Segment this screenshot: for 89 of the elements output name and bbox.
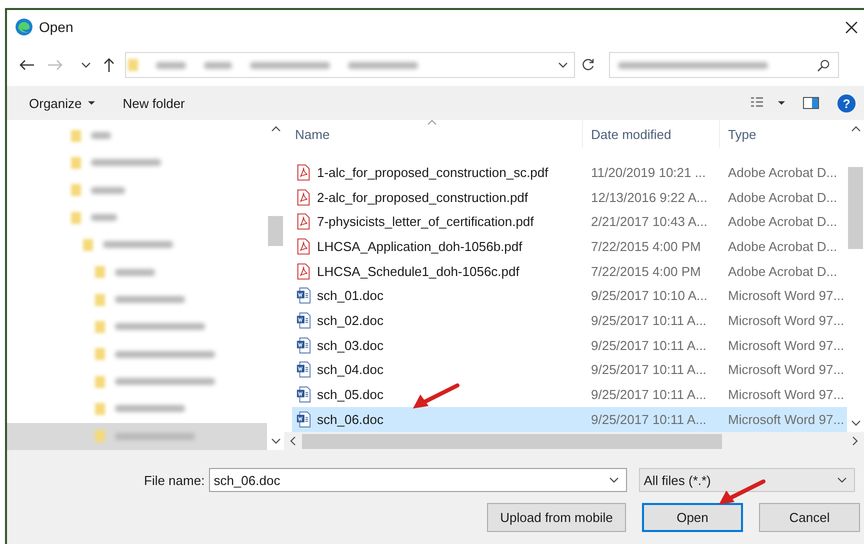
pdf-file-icon (296, 262, 311, 280)
file-name: sch_05.doc (317, 387, 384, 402)
scroll-thumb[interactable] (302, 434, 722, 448)
file-name-label: File name: (144, 472, 205, 488)
file-type: Adobe Acrobat D... (727, 264, 838, 279)
file-date: 11/20/2019 10:21 ... (590, 164, 707, 180)
file-row[interactable]: 2-alc_for_proposed_construction.pdf 12/13/2016 9:22 A... Adobe Acrobat D... (292, 184, 847, 210)
scroll-thumb[interactable] (268, 216, 283, 246)
browser-logo-icon (15, 18, 33, 36)
file-date: 12/13/2016 9:22 A... (590, 190, 708, 205)
file-date: 9/25/2017 10:10 A... (590, 288, 708, 304)
scroll-down-icon[interactable] (270, 438, 280, 444)
file-name: sch_04.doc (317, 362, 384, 378)
caret-icon[interactable] (778, 101, 785, 105)
file-name-field[interactable]: sch_06.doc (208, 468, 627, 492)
dialog-button[interactable]: Open (642, 503, 743, 532)
file-type: Adobe Acrobat D... (727, 214, 838, 230)
forward-arrow-icon[interactable] (47, 59, 63, 71)
file-name: 1-alc_for_proposed_construction_sc.pdf (317, 164, 548, 180)
help-icon[interactable]: ? (837, 94, 856, 112)
close-icon[interactable] (845, 20, 858, 34)
file-row[interactable]: LHCSA_Schedule1_doh-1056c.pdf 7/22/2015 4:00 PM Adobe Acrobat D... (292, 258, 847, 284)
column-header[interactable]: Name (292, 120, 583, 148)
back-arrow-icon[interactable] (19, 59, 35, 71)
scroll-thumb[interactable] (848, 167, 863, 249)
scroll-left-icon[interactable] (290, 436, 296, 446)
file-name: LHCSA_Application_doh-1056b.pdf (317, 238, 522, 254)
file-name: sch_06.doc (317, 412, 384, 427)
column-header[interactable]: Type (720, 120, 840, 148)
caret-icon (88, 101, 95, 105)
file-date: 9/25/2017 10:11 A... (590, 312, 708, 328)
file-row[interactable]: sch_03.doc 9/25/2017 10:11 A... Microsoft Word 97... (292, 332, 847, 358)
up-arrow-icon[interactable] (103, 57, 115, 73)
word-file-icon (296, 361, 311, 378)
file-row[interactable]: LHCSA_Application_doh-1056b.pdf 7/22/2015 4:00 PM Adobe Acrobat D... (292, 234, 847, 259)
file-date: 9/25/2017 10:11 A... (590, 362, 708, 378)
preview-pane-icon[interactable] (803, 97, 819, 109)
word-file-icon (296, 410, 311, 428)
file-date: 9/25/2017 10:11 A... (590, 387, 708, 402)
refresh-icon[interactable] (581, 58, 595, 72)
file-date: 2/21/2017 10:43 A... (590, 214, 708, 230)
file-name: 7-physicists_letter_of_certification.pdf (317, 214, 534, 230)
file-row[interactable]: 1-alc_for_proposed_construction_sc.pdf 11/20/2019 10:21 ... Adobe Acrobat D... (292, 160, 847, 185)
pdf-file-icon (296, 164, 311, 181)
search-icon[interactable] (817, 58, 830, 72)
word-file-icon (296, 336, 311, 354)
new-folder-button[interactable]: New folder (118, 92, 189, 114)
chevron-down-icon[interactable] (608, 477, 619, 483)
file-type: Adobe Acrobat D... (727, 190, 838, 205)
file-row[interactable]: sch_06.doc 9/25/2017 10:11 A... Microsoft Word 97... (292, 406, 847, 432)
scroll-up-icon[interactable] (270, 126, 280, 132)
file-row[interactable]: sch_05.doc 9/25/2017 10:11 A... Microsoft Word 97... (292, 382, 847, 407)
file-name: sch_01.doc (317, 288, 384, 304)
dialog-button[interactable]: Upload from mobile (487, 503, 626, 532)
file-type: Adobe Acrobat D... (727, 238, 838, 254)
search-field[interactable] (609, 52, 839, 78)
file-date: 7/22/2015 4:00 PM (590, 238, 702, 254)
column-header[interactable]: Date modified (583, 120, 720, 148)
file-name: sch_02.doc (317, 312, 384, 328)
word-file-icon (296, 386, 311, 404)
window-title: Open (39, 19, 74, 35)
annotation-arrow (411, 383, 461, 411)
pdf-file-icon (296, 213, 311, 230)
chevron-down-icon[interactable] (836, 477, 847, 483)
file-row[interactable]: sch_04.doc 9/25/2017 10:11 A... Microsoft Word 97... (292, 358, 847, 382)
file-name: sch_03.doc (317, 338, 384, 353)
file-date: 7/22/2015 4:00 PM (590, 264, 702, 279)
file-type: Adobe Acrobat D... (727, 164, 838, 180)
file-name: LHCSA_Schedule1_doh-1056c.pdf (317, 264, 520, 279)
file-row[interactable]: sch_02.doc 9/25/2017 10:11 A... Microsoft Word 97... (292, 308, 847, 333)
file-type-dropdown[interactable]: All files (*.*) (638, 468, 855, 492)
scroll-up-icon[interactable] (850, 126, 860, 132)
address-bar[interactable] (125, 52, 575, 78)
file-row[interactable]: 7-physicists_letter_of_certification.pdf 2/21/2017 10:43 A... Adobe Acrobat D... (292, 209, 847, 234)
chevron-down-icon[interactable] (81, 62, 91, 68)
pdf-file-icon (296, 188, 311, 206)
file-name: 2-alc_for_proposed_construction.pdf (317, 190, 528, 205)
pdf-file-icon (296, 238, 311, 255)
file-date: 9/25/2017 10:11 A... (590, 412, 708, 427)
file-row[interactable]: sch_01.doc 9/25/2017 10:10 A... Microsoft Word 97... (292, 283, 847, 308)
file-date: 9/25/2017 10:11 A... (590, 338, 708, 353)
horizontal-scrollbar[interactable] (284, 432, 864, 450)
word-file-icon (296, 312, 311, 329)
scroll-right-icon[interactable] (852, 436, 858, 446)
word-file-icon (296, 287, 311, 304)
dialog-button[interactable]: Cancel (759, 503, 860, 532)
scroll-down-icon[interactable] (850, 420, 860, 426)
annotation-arrow (717, 479, 767, 507)
organize-menu-button[interactable]: Organize (25, 92, 99, 114)
